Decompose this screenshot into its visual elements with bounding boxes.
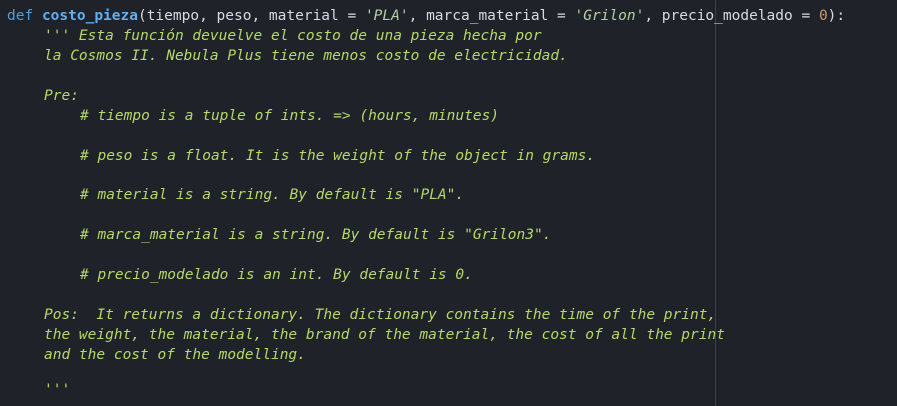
docstring-line[interactable]: ''' Esta función devuelve el costo de un… bbox=[44, 26, 542, 46]
docstring-pre-item[interactable]: # marca_material is a string. By default… bbox=[80, 225, 551, 245]
docstring-pre-item[interactable]: # precio_modelado is an int. By default … bbox=[80, 265, 473, 285]
function-name: costo_pieza bbox=[41, 8, 138, 24]
def-keyword: def bbox=[7, 8, 34, 24]
docstring-pre-label[interactable]: Pre: bbox=[44, 86, 79, 106]
default-price-number: 0 bbox=[818, 8, 828, 24]
default-material-string: 'PLA' bbox=[364, 8, 409, 24]
signature-params-mid2: , precio_modelado = bbox=[644, 8, 819, 24]
docstring-line[interactable]: la Cosmos II. Nebula Plus tiene menos co… bbox=[44, 46, 568, 66]
code-editor[interactable]: def costo_pieza(tiempo, peso, material =… bbox=[0, 0, 897, 406]
docstring-closing-quotes[interactable]: ''' bbox=[44, 380, 70, 400]
signature-close: ): bbox=[827, 8, 846, 24]
default-brand-string: 'Grilon' bbox=[574, 8, 645, 24]
docstring-pre-item[interactable]: # peso is a float. It is the weight of t… bbox=[80, 146, 595, 166]
signature-params-start: (tiempo, peso, material = bbox=[137, 8, 365, 24]
docstring-pre-item[interactable]: # material is a string. By default is "P… bbox=[80, 185, 464, 205]
docstring-pre-item[interactable]: # tiempo is a tuple of ints. => (hours, … bbox=[80, 106, 499, 126]
docstring-pos-line[interactable]: and the cost of the modelling. bbox=[44, 345, 306, 365]
signature-params-mid1: , marca_material = bbox=[408, 8, 575, 24]
function-signature-line[interactable]: def costo_pieza(tiempo, peso, material =… bbox=[7, 6, 845, 26]
docstring-pos-line[interactable]: the weight, the material, the brand of t… bbox=[44, 325, 725, 345]
docstring-pos-line[interactable]: Pos: It returns a dictionary. The dictio… bbox=[44, 305, 716, 325]
column-ruler bbox=[715, 0, 716, 406]
